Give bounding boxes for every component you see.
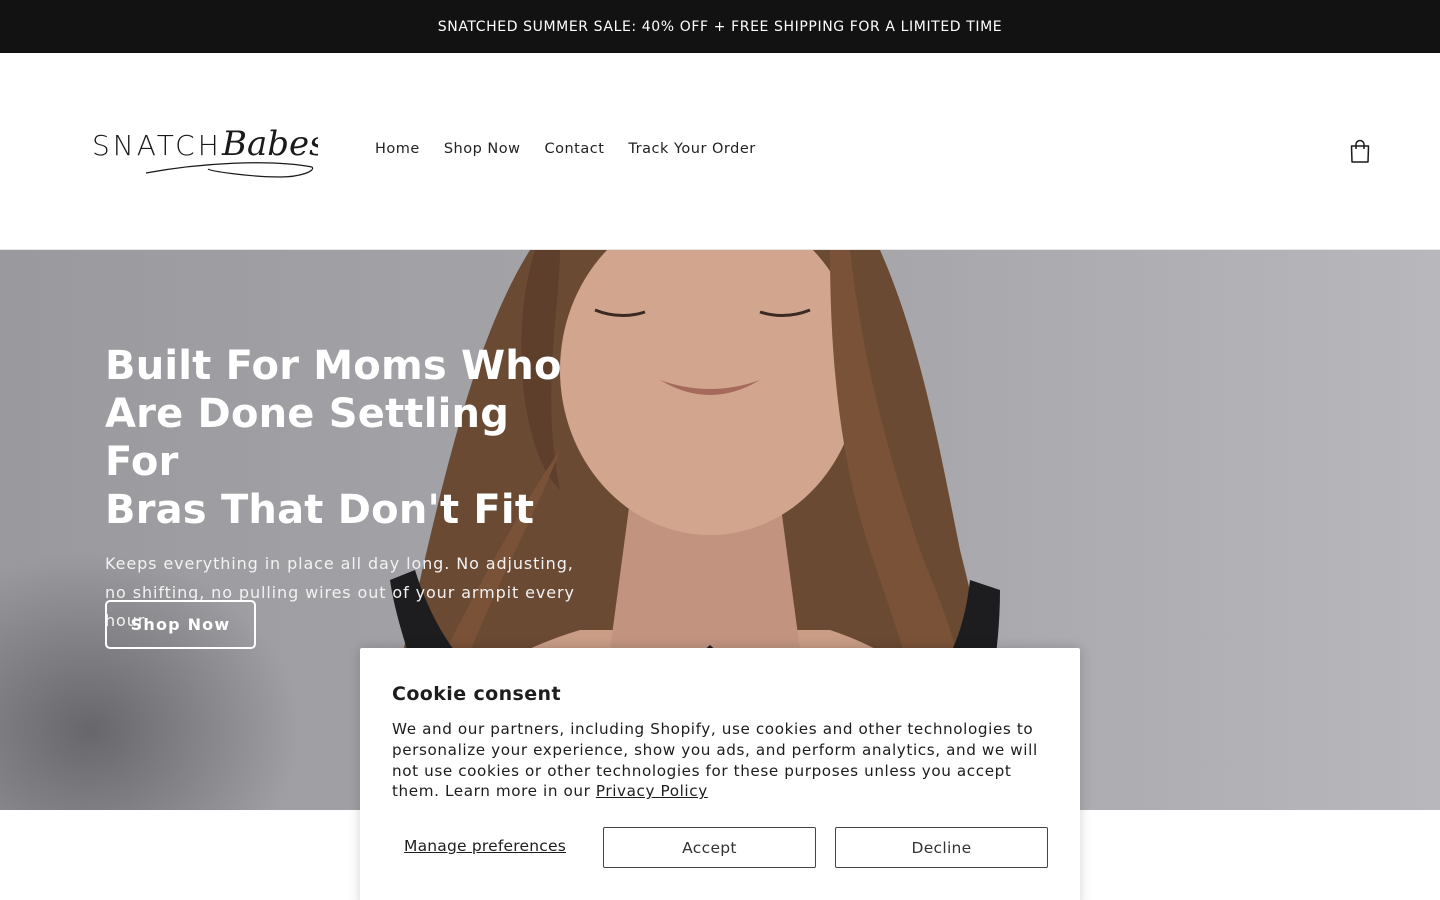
hero-title-line-1: Built For Moms Who [105,343,562,389]
cookie-consent-dialog: Cookie consent We and our partners, incl… [360,648,1080,900]
cookie-title: Cookie consent [392,683,561,705]
hero-title-line-2: Are Done Settling For [105,391,510,485]
nav-shop-now[interactable]: Shop Now [432,137,533,161]
nav-contact[interactable]: Contact [532,137,616,161]
hero-title-line-3: Bras That Don't Fit [105,487,535,533]
logo-swash [145,162,314,178]
hero-shop-now-button[interactable]: Shop Now [105,600,256,649]
shopping-bag-icon [1350,139,1370,163]
nav-track-order[interactable]: Track Your Order [616,137,767,161]
hero-content: Built For Moms Who Are Done Settling For… [105,342,575,649]
cookie-body: We and our partners, including Shopify, … [392,719,1052,802]
site-header: SNATCH Babes Home Shop Now Contact Track… [0,53,1440,250]
cart-button[interactable] [1347,138,1373,164]
manage-preferences-link[interactable]: Manage preferences [404,837,566,855]
accept-button[interactable]: Accept [603,827,816,868]
announcement-bar: SNATCHED SUMMER SALE: 40% OFF + FREE SHI… [0,0,1440,53]
announcement-text: SNATCHED SUMMER SALE: 40% OFF + FREE SHI… [437,18,1003,35]
main-nav: Home Shop Now Contact Track Your Order [363,137,768,161]
decline-button[interactable]: Decline [835,827,1048,868]
nav-home[interactable]: Home [363,137,432,161]
hero-title: Built For Moms Who Are Done Settling For… [105,342,575,534]
logo-text-babes: Babes [221,124,318,164]
cookie-body-text: We and our partners, including Shopify, … [392,720,1038,801]
logo-graphic: SNATCH Babes [92,124,318,178]
logo-text-snatch: SNATCH [92,129,222,162]
privacy-policy-link[interactable]: Privacy Policy [596,782,708,800]
site-logo[interactable]: SNATCH Babes [90,119,318,185]
